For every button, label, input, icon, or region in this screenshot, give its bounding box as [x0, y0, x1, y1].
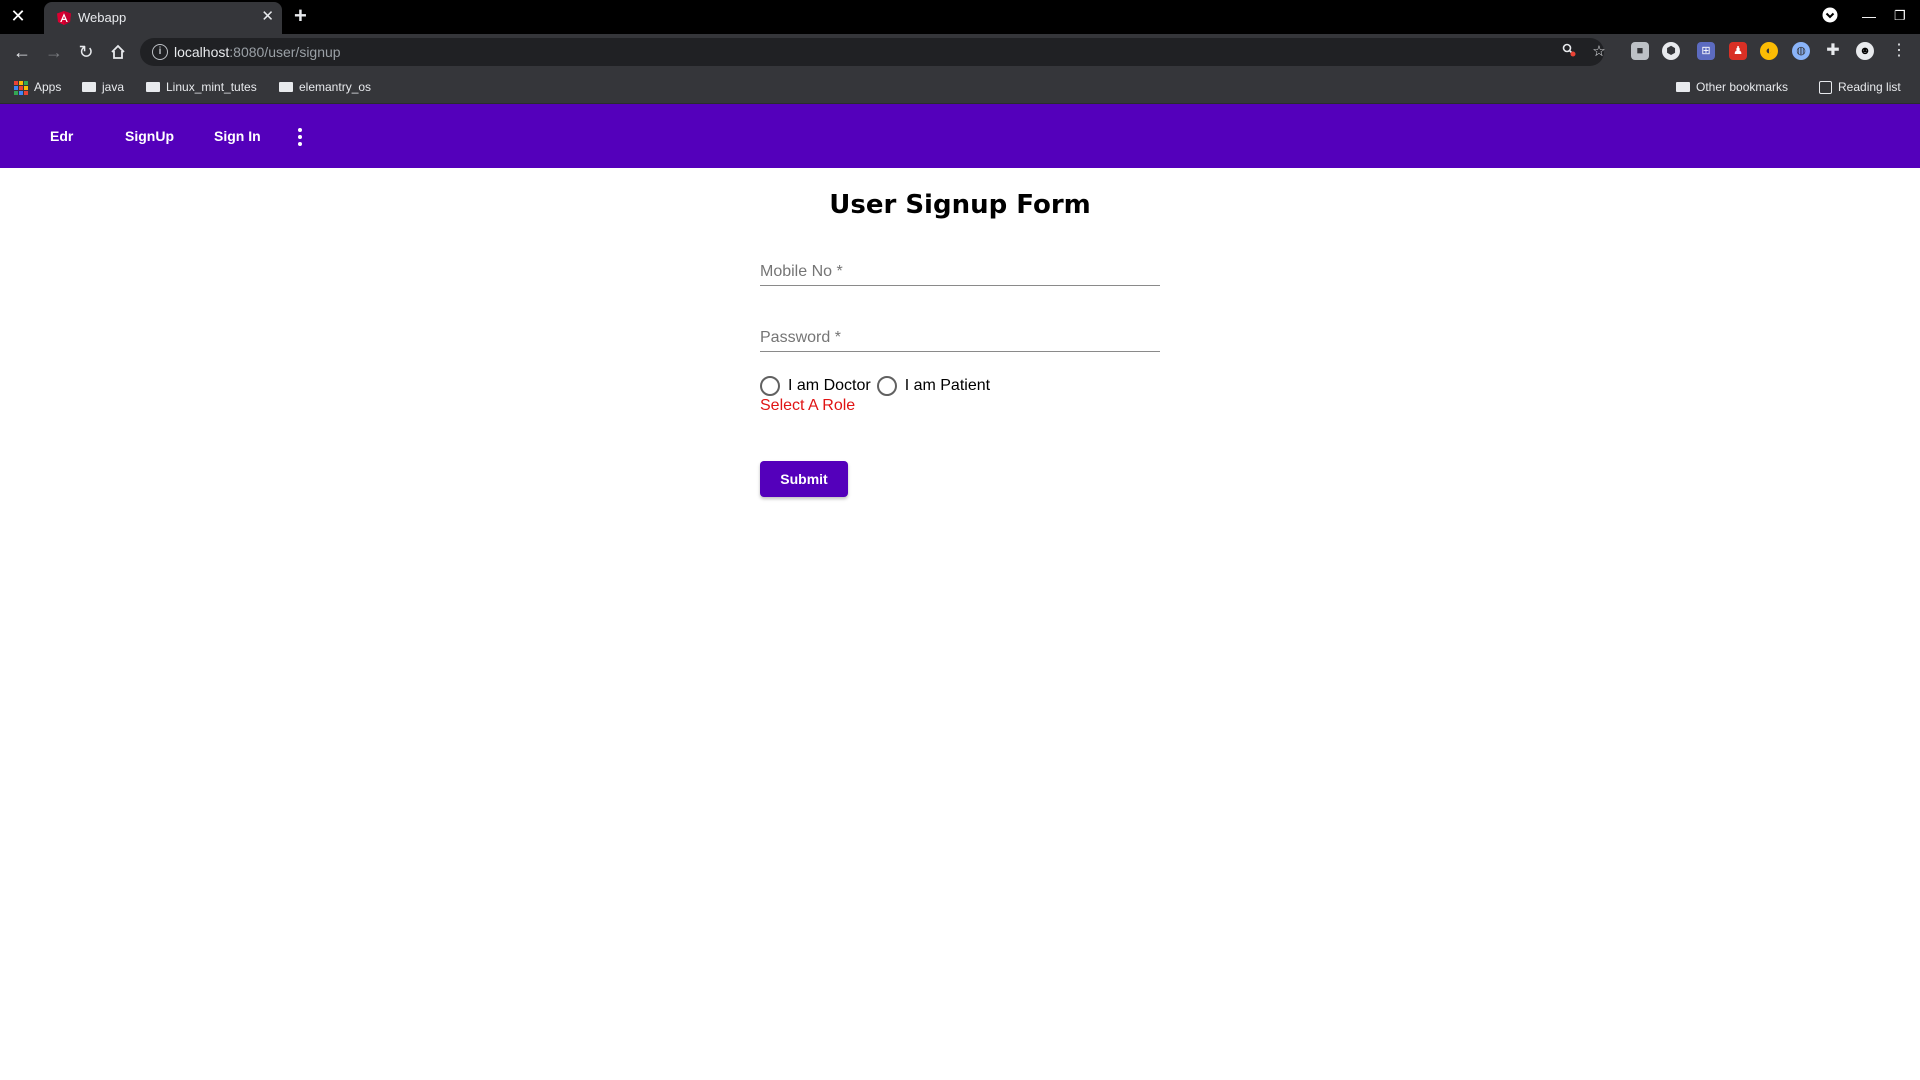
- apps-grid-icon: [14, 80, 28, 95]
- bookmark-folder-elemantry-os[interactable]: elemantry_os: [279, 78, 371, 96]
- forward-icon[interactable]: →: [42, 40, 66, 64]
- bookmark-apps[interactable]: Apps: [14, 78, 61, 96]
- chrome-menu-icon[interactable]: ⋮: [1890, 42, 1908, 60]
- extension-5-icon[interactable]: ◐: [1760, 42, 1778, 60]
- close-tab-icon[interactable]: ✕: [261, 9, 274, 25]
- extensions-puzzle-icon[interactable]: ✚: [1824, 42, 1842, 60]
- bookmark-label: java: [102, 80, 125, 94]
- bookmark-star-icon[interactable]: ☆: [1590, 43, 1608, 61]
- bookmark-other-bookmarks[interactable]: Other bookmarks: [1676, 78, 1788, 96]
- url-path: :8080/user/signup: [229, 44, 341, 60]
- url-text[interactable]: localhost:8080/user/signup: [174, 44, 341, 60]
- bookmark-label: Linux_mint_tutes: [166, 80, 257, 94]
- other-bookmarks-label: Other bookmarks: [1696, 80, 1789, 94]
- more-options-icon[interactable]: [296, 128, 304, 146]
- browser-toolbar: ← → ↻ i localhost:8080/user/signup ☆ ■ ⬢…: [0, 34, 1920, 70]
- bookmark-folder-java[interactable]: java: [82, 78, 124, 96]
- reload-icon[interactable]: ↻: [74, 40, 98, 64]
- url-host: localhost: [174, 44, 230, 60]
- site-info-icon[interactable]: i: [152, 44, 168, 60]
- password-field: [760, 316, 1160, 352]
- angular-favicon-icon: [57, 11, 71, 25]
- nav-link-signup[interactable]: SignUp: [125, 104, 174, 168]
- folder-icon: [1676, 81, 1690, 92]
- folder-icon: [82, 81, 96, 92]
- role-error-message: Select A Role: [760, 397, 856, 414]
- browser-tab[interactable]: Webapp ✕: [44, 2, 282, 34]
- home-icon[interactable]: [106, 40, 130, 64]
- bookmark-label: elemantry_os: [299, 80, 372, 94]
- profile-avatar-icon[interactable]: ☻: [1856, 42, 1874, 60]
- nav-link-sign-in[interactable]: Sign In: [214, 104, 261, 168]
- app-navbar: Edr SignUp Sign In: [0, 104, 1920, 168]
- doctor-radio-label[interactable]: I am Doctor: [788, 377, 871, 395]
- folder-icon: [146, 81, 160, 92]
- bookmark-folder-linux-mint-tutes[interactable]: Linux_mint_tutes: [146, 78, 257, 96]
- folder-icon: [279, 81, 293, 92]
- nav-link-edr[interactable]: Edr: [50, 104, 73, 168]
- tab-search-icon[interactable]: [1822, 7, 1838, 27]
- extension-6-icon[interactable]: ◍: [1792, 42, 1810, 60]
- tab-title: Webapp: [78, 10, 127, 25]
- extension-4-icon[interactable]: ♟: [1729, 42, 1747, 60]
- mobile-input[interactable]: [760, 263, 1160, 281]
- role-radio-group: I am Doctor I am Patient: [760, 375, 996, 397]
- restore-icon[interactable]: ❐: [1894, 7, 1906, 25]
- extension-1-icon[interactable]: ■: [1631, 42, 1649, 60]
- address-bar[interactable]: i localhost:8080/user/signup ☆: [140, 38, 1606, 66]
- close-window-icon[interactable]: ✕: [8, 6, 28, 26]
- patient-radio-label[interactable]: I am Patient: [905, 377, 990, 395]
- reading-list-icon: [1819, 81, 1832, 95]
- submit-button[interactable]: Submit: [760, 461, 848, 497]
- bookmarks-bar: Apps java Linux_mint_tutes elemantry_os …: [0, 70, 1920, 104]
- extension-2-icon[interactable]: ⬢: [1662, 42, 1680, 60]
- mobile-field: [760, 250, 1160, 286]
- bookmark-apps-label: Apps: [34, 80, 62, 94]
- password-input[interactable]: [760, 329, 1160, 347]
- extension-3-icon[interactable]: ⊞: [1697, 42, 1715, 60]
- browser-tab-strip: ✕ Webapp ✕ + — ❐: [0, 0, 1920, 34]
- key-icon[interactable]: [1560, 43, 1578, 61]
- doctor-radio[interactable]: [760, 376, 780, 396]
- new-tab-icon[interactable]: +: [294, 5, 307, 27]
- reading-list-button[interactable]: Reading list: [1819, 78, 1901, 96]
- minimize-icon[interactable]: —: [1862, 7, 1876, 25]
- patient-radio[interactable]: [876, 376, 897, 396]
- back-icon[interactable]: ←: [10, 40, 34, 64]
- page-title: User Signup Form: [829, 190, 1091, 220]
- reading-list-label: Reading list: [1838, 80, 1901, 94]
